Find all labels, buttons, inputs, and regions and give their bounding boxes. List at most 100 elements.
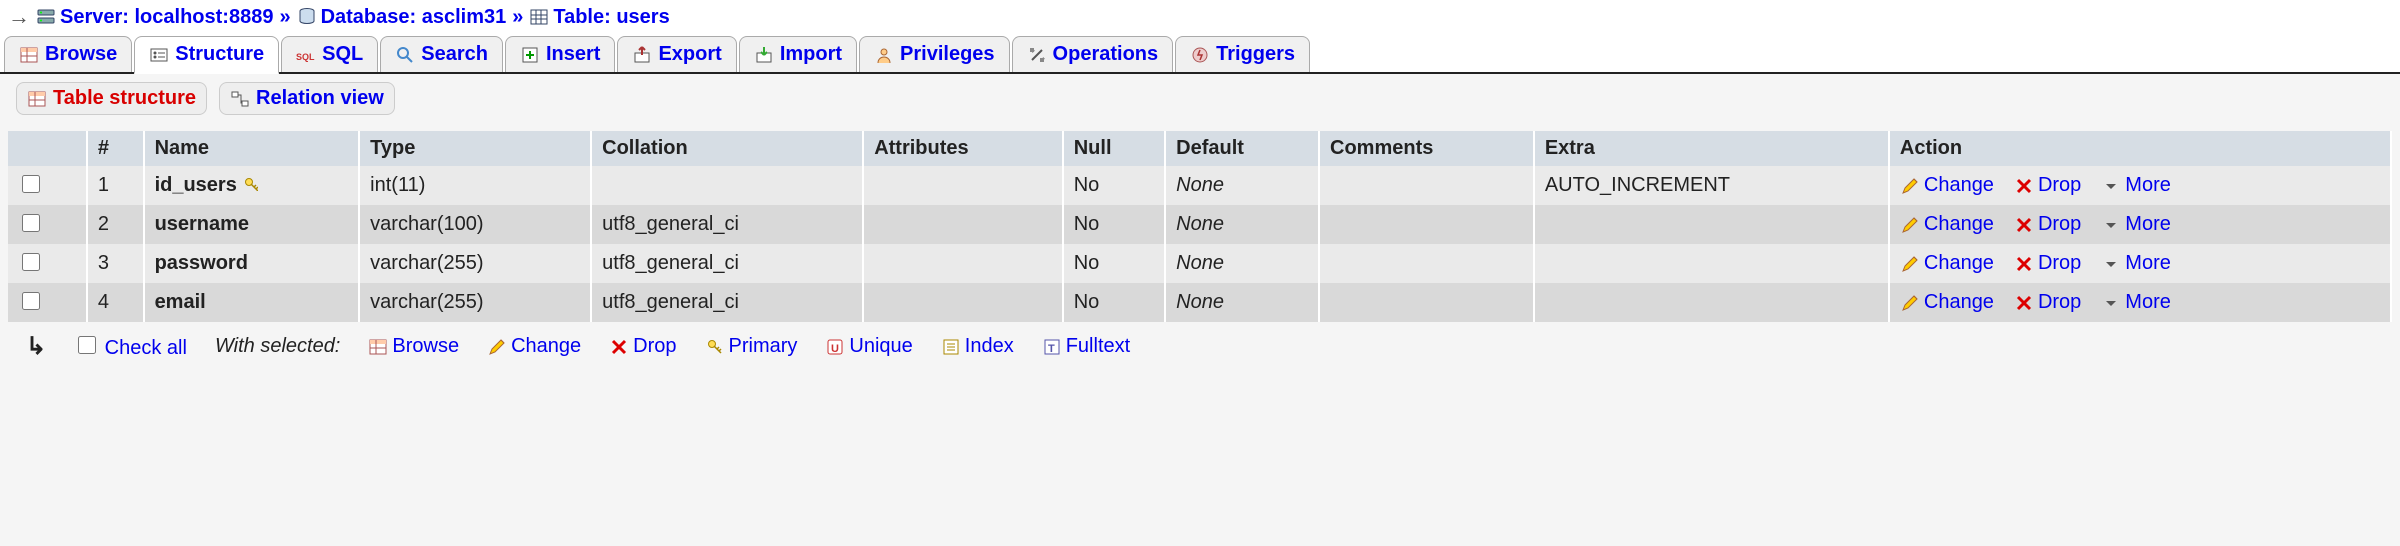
cell-null: No xyxy=(1063,283,1165,322)
check-all-label[interactable]: Check all xyxy=(105,337,187,359)
cell-name: password xyxy=(144,244,360,283)
cell-attributes xyxy=(863,283,1063,322)
cell-name: username xyxy=(144,205,360,244)
bulk-change[interactable]: Change xyxy=(487,335,581,358)
cell-collation: utf8_general_ci xyxy=(591,244,863,283)
row-checkbox[interactable] xyxy=(22,214,40,232)
relation-icon xyxy=(230,89,250,109)
cell-comments xyxy=(1319,205,1534,244)
table-icon xyxy=(529,7,549,27)
bulk-unique-label: Unique xyxy=(849,335,912,358)
action-drop[interactable]: Drop xyxy=(2014,252,2081,275)
cell-name: email xyxy=(144,283,360,322)
check-all-checkbox[interactable] xyxy=(78,336,96,354)
tab-operations[interactable]: Operations xyxy=(1012,36,1174,72)
action-change[interactable]: Change xyxy=(1900,291,1994,314)
tab-export[interactable]: Export xyxy=(617,36,736,72)
bulk-change-label: Change xyxy=(511,335,581,358)
bulk-fulltext[interactable]: Fulltext xyxy=(1042,335,1130,358)
tab-search[interactable]: Search xyxy=(380,36,503,72)
privileges-icon xyxy=(874,45,894,65)
action-change[interactable]: Change xyxy=(1900,174,1994,197)
cell-default: None xyxy=(1165,244,1319,283)
chevron-down-icon xyxy=(2101,176,2121,196)
tab-sql[interactable]: SQL xyxy=(281,36,378,72)
breadcrumb-table[interactable]: Table: users xyxy=(529,6,669,29)
action-drop[interactable]: Drop xyxy=(2014,213,2081,236)
bulk-primary[interactable]: Primary xyxy=(705,335,798,358)
table-row: 2username varchar(100)utf8_general_ciNoN… xyxy=(8,205,2391,244)
tab-search-label: Search xyxy=(421,43,488,66)
x-icon xyxy=(2014,215,2034,235)
pencil-icon xyxy=(1900,254,1920,274)
bulk-unique[interactable]: Unique xyxy=(825,335,912,358)
tab-privileges[interactable]: Privileges xyxy=(859,36,1010,72)
cell-collation: utf8_general_ci xyxy=(591,283,863,322)
row-checkbox[interactable] xyxy=(22,292,40,310)
breadcrumb: → Server: localhost:8889 » Database: asc… xyxy=(0,0,2400,34)
breadcrumb-database[interactable]: Database: asclim31 xyxy=(297,6,507,29)
action-more[interactable]: More xyxy=(2101,213,2171,236)
subtab-relation-view[interactable]: Relation view xyxy=(219,82,395,115)
cell-extra: AUTO_INCREMENT xyxy=(1534,166,1889,205)
cell-extra xyxy=(1534,283,1889,322)
row-checkbox[interactable] xyxy=(22,253,40,271)
cell-default: None xyxy=(1165,205,1319,244)
row-checkbox[interactable] xyxy=(22,175,40,193)
bulk-browse[interactable]: Browse xyxy=(368,335,459,358)
search-icon xyxy=(395,45,415,65)
cell-comments xyxy=(1319,166,1534,205)
import-icon xyxy=(754,45,774,65)
col-attributes: Attributes xyxy=(863,131,1063,166)
insert-icon xyxy=(520,45,540,65)
fulltext-icon xyxy=(1042,337,1062,357)
key-icon xyxy=(242,175,258,191)
cell-null: No xyxy=(1063,205,1165,244)
cell-extra xyxy=(1534,205,1889,244)
bulk-drop[interactable]: Drop xyxy=(609,335,676,358)
arrow-up-icon: ↳ xyxy=(16,332,46,361)
pencil-icon xyxy=(1900,215,1920,235)
tab-browse[interactable]: Browse xyxy=(4,36,132,72)
action-more[interactable]: More xyxy=(2101,291,2171,314)
action-more[interactable]: More xyxy=(2101,252,2171,275)
chevron-down-icon xyxy=(2101,293,2121,313)
bulk-browse-label: Browse xyxy=(392,335,459,358)
bulk-fulltext-label: Fulltext xyxy=(1066,335,1130,358)
cell-type: varchar(100) xyxy=(359,205,591,244)
action-change[interactable]: Change xyxy=(1900,252,1994,275)
index-icon xyxy=(941,337,961,357)
main-tabs: Browse Structure SQL Search Insert Expor… xyxy=(0,34,2400,74)
action-drop[interactable]: Drop xyxy=(2014,291,2081,314)
action-change[interactable]: Change xyxy=(1900,213,1994,236)
tab-structure[interactable]: Structure xyxy=(134,36,279,74)
tab-import[interactable]: Import xyxy=(739,36,857,72)
table-structure-icon xyxy=(27,89,47,109)
browse-icon xyxy=(368,337,388,357)
cell-attributes xyxy=(863,205,1063,244)
bulk-actions: ↳ Check all With selected: Browse Change… xyxy=(0,326,2400,367)
cell-action: Change Drop More xyxy=(1889,244,2391,283)
breadcrumb-table-label: Table: users xyxy=(553,6,669,29)
action-drop[interactable]: Drop xyxy=(2014,174,2081,197)
nav-back-icon[interactable]: → xyxy=(8,4,30,30)
tab-structure-label: Structure xyxy=(175,43,264,66)
tab-insert[interactable]: Insert xyxy=(505,36,615,72)
key-icon xyxy=(705,337,725,357)
check-all[interactable]: Check all xyxy=(74,333,187,360)
triggers-icon xyxy=(1190,45,1210,65)
cell-action: Change Drop More xyxy=(1889,205,2391,244)
tab-browse-label: Browse xyxy=(45,43,117,66)
tab-triggers[interactable]: Triggers xyxy=(1175,36,1310,72)
cell-null: No xyxy=(1063,166,1165,205)
cell-collation xyxy=(591,166,863,205)
subtab-table-structure-label: Table structure xyxy=(53,87,196,110)
col-action: Action xyxy=(1889,131,2391,166)
cell-num: 4 xyxy=(87,283,144,322)
breadcrumb-server[interactable]: Server: localhost:8889 xyxy=(36,6,273,29)
subtab-table-structure[interactable]: Table structure xyxy=(16,82,207,115)
action-more[interactable]: More xyxy=(2101,174,2171,197)
bulk-drop-label: Drop xyxy=(633,335,676,358)
cell-type: varchar(255) xyxy=(359,244,591,283)
bulk-index[interactable]: Index xyxy=(941,335,1014,358)
